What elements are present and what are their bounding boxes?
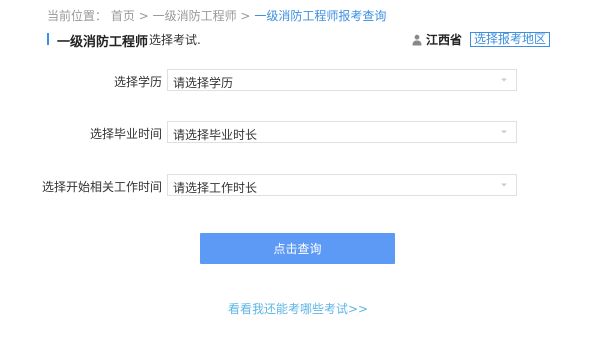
graduation-select-value: 请选择毕业时长: [173, 128, 258, 142]
form-row-work-start: 选择开始相关工作时间 请选择工作时长: [0, 174, 596, 198]
breadcrumb-current: 一级消防工程师报考查询: [254, 9, 387, 23]
chevron-down-icon: [501, 183, 507, 187]
form-row-education: 选择学历 请选择学历: [0, 69, 596, 93]
work-start-select-value: 请选择工作时长: [173, 181, 258, 195]
education-select[interactable]: 请选择学历: [167, 69, 517, 91]
form-row-graduation: 选择毕业时间 请选择毕业时长: [0, 121, 596, 145]
breadcrumb-link-category[interactable]: 一级消防工程师: [153, 9, 237, 23]
breadcrumb: 当前位置： 首页 > 一级消防工程师 > 一级消防工程师报考查询: [47, 7, 386, 24]
breadcrumb-link-home[interactable]: 首页: [111, 9, 135, 23]
chevron-down-icon: [501, 130, 507, 134]
education-select-value: 请选择学历: [173, 76, 234, 90]
title-accent-bar: [47, 33, 49, 45]
graduation-label: 选择毕业时间: [89, 127, 162, 141]
page-subtitle: 选择考试.: [149, 33, 201, 47]
user-icon: [412, 34, 422, 45]
query-button[interactable]: 点击查询: [200, 233, 395, 264]
select-region-button[interactable]: 选择报考地区: [469, 32, 550, 47]
page-header: 一级消防工程师 选择考试. 江西省 选择报考地区: [47, 31, 550, 50]
chevron-down-icon: [501, 78, 507, 82]
education-label: 选择学历: [113, 75, 162, 89]
breadcrumb-prefix: 当前位置：: [47, 9, 108, 23]
work-start-select[interactable]: 请选择工作时长: [167, 174, 517, 196]
breadcrumb-separator: >: [138, 9, 149, 23]
page-title: 一级消防工程师: [57, 35, 149, 50]
graduation-select[interactable]: 请选择毕业时长: [167, 121, 517, 143]
work-start-label: 选择开始相关工作时间: [41, 180, 162, 194]
breadcrumb-separator: >: [240, 9, 251, 23]
more-exams-link[interactable]: 看看我还能考哪些考试>>: [0, 300, 596, 317]
province-name: 江西省: [425, 33, 462, 47]
region-selector: 江西省 选择报考地区: [412, 31, 550, 48]
